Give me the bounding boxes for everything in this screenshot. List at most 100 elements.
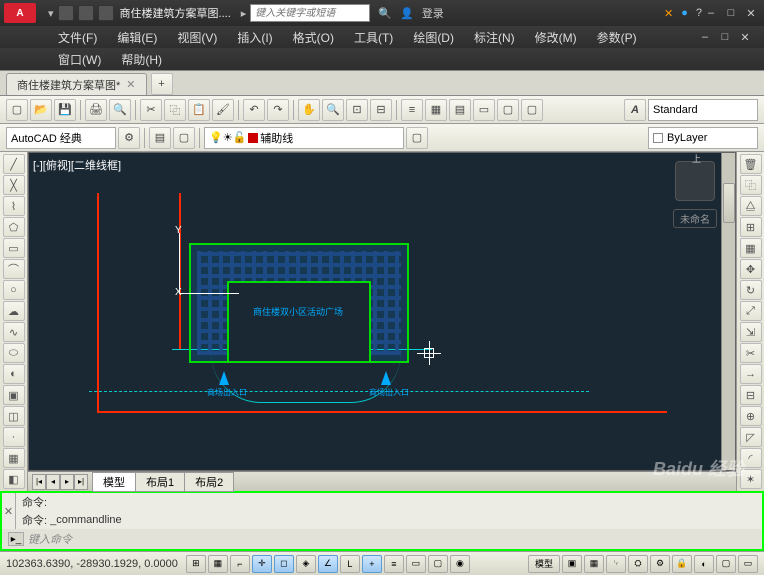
line-tool-icon[interactable]: ╱ <box>3 154 25 174</box>
otrack-toggle-icon[interactable]: ∠ <box>318 555 338 573</box>
snap-toggle-icon[interactable]: ⊞ <box>186 555 206 573</box>
quickview-drawings-icon[interactable]: ▦ <box>584 555 604 573</box>
rectangle-icon[interactable]: ▭ <box>3 238 25 258</box>
model-paper-toggle[interactable]: 模型 <box>528 555 560 573</box>
polar-toggle-icon[interactable]: ✛ <box>252 555 272 573</box>
print-icon[interactable]: 🖨 <box>85 99 107 121</box>
save-icon[interactable]: 💾 <box>54 99 76 121</box>
tab-layout1[interactable]: 布局1 <box>135 472 185 492</box>
qat-menu-arrow[interactable]: ▾ <box>48 7 54 20</box>
tab-last-icon[interactable]: ▸| <box>74 474 88 490</box>
cleanscreen-icon[interactable]: ▭ <box>738 555 758 573</box>
erase-icon[interactable]: 🗑 <box>740 154 762 174</box>
textstyle-icon[interactable]: A <box>624 99 646 121</box>
tab-next-icon[interactable]: ▸ <box>60 474 74 490</box>
arc-icon[interactable]: ⌒ <box>3 259 25 279</box>
point-icon[interactable]: · <box>3 427 25 447</box>
color-dropdown[interactable]: ByLayer <box>648 127 758 149</box>
3dosnap-toggle-icon[interactable]: ◈ <box>296 555 316 573</box>
file-tab-close-icon[interactable]: ✕ <box>126 78 135 91</box>
layer-filter-icon[interactable]: ▢ <box>173 127 195 149</box>
join-icon[interactable]: ⊕ <box>740 406 762 426</box>
tab-model[interactable]: 模型 <box>92 472 136 492</box>
doc-close-button[interactable]: ✕ <box>736 29 754 45</box>
tab-prev-icon[interactable]: ◂ <box>46 474 60 490</box>
qat-new-icon[interactable] <box>58 5 74 21</box>
mirror-icon[interactable]: ⧋ <box>740 196 762 216</box>
copy-icon[interactable]: ⿻ <box>164 99 186 121</box>
move-icon[interactable]: ✥ <box>740 259 762 279</box>
undo-icon[interactable]: ↶ <box>243 99 265 121</box>
title-arrow[interactable]: ▸ <box>241 7 247 20</box>
trim-icon[interactable]: ✂ <box>740 343 762 363</box>
ellipse-icon[interactable]: ⬭ <box>3 343 25 363</box>
hw-accel-icon[interactable]: ◐ <box>694 555 714 573</box>
coordinates-readout[interactable]: 102363.6390, -28930.1929, 0.0000 <box>6 558 178 570</box>
dyn-toggle-icon[interactable]: + <box>362 555 382 573</box>
zoom-icon[interactable]: 🔍 <box>322 99 344 121</box>
explode-icon[interactable]: ✶ <box>740 469 762 489</box>
file-tab[interactable]: 商住楼建筑方案草图* ✕ <box>6 73 147 95</box>
annoscale-icon[interactable]: ␊ <box>606 555 626 573</box>
designcenter-icon[interactable]: ▦ <box>425 99 447 121</box>
ortho-toggle-icon[interactable]: ⌐ <box>230 555 250 573</box>
zoom-window-icon[interactable]: ⊡ <box>346 99 368 121</box>
ellipse-arc-icon[interactable]: ◐ <box>3 364 25 384</box>
calc-icon[interactable]: ▢ <box>521 99 543 121</box>
menu-draw[interactable]: 绘图(D) <box>405 27 462 48</box>
menu-view[interactable]: 视图(V) <box>169 27 225 48</box>
polygon-icon[interactable]: ⬠ <box>3 217 25 237</box>
layer-props-icon[interactable]: ▤ <box>149 127 171 149</box>
spline-icon[interactable]: ∿ <box>3 322 25 342</box>
paste-icon[interactable]: 📋 <box>188 99 210 121</box>
menu-insert[interactable]: 插入(I) <box>229 27 280 48</box>
zoom-prev-icon[interactable]: ⊟ <box>370 99 392 121</box>
match-prop-icon[interactable]: 🖌 <box>212 99 234 121</box>
grid-toggle-icon[interactable]: ▦ <box>208 555 228 573</box>
hatch-icon[interactable]: ▦ <box>3 448 25 468</box>
osnap-toggle-icon[interactable]: ◻ <box>274 555 294 573</box>
offset-icon[interactable]: ⊞ <box>740 217 762 237</box>
doc-minimize-button[interactable]: – <box>696 29 714 45</box>
menu-dimension[interactable]: 标注(N) <box>466 27 523 48</box>
preview-icon[interactable]: 🔍 <box>109 99 131 121</box>
command-input[interactable]: 键入命令 <box>28 531 756 547</box>
pan-icon[interactable]: ✋ <box>298 99 320 121</box>
menu-help[interactable]: 帮助(H) <box>113 49 170 70</box>
search-input[interactable] <box>250 4 370 22</box>
menu-parametric[interactable]: 参数(P) <box>589 27 645 48</box>
ducs-toggle-icon[interactable]: L <box>340 555 360 573</box>
new-tab-button[interactable]: + <box>151 73 173 95</box>
maximize-button[interactable]: □ <box>722 5 740 21</box>
sc-toggle-icon[interactable]: ◉ <box>450 555 470 573</box>
stretch-icon[interactable]: ⇲ <box>740 322 762 342</box>
tpy-toggle-icon[interactable]: ▭ <box>406 555 426 573</box>
tab-first-icon[interactable]: |◂ <box>32 474 46 490</box>
open-file-icon[interactable]: 📂 <box>30 99 52 121</box>
qat-save-icon[interactable] <box>98 5 114 21</box>
cmd-close-icon[interactable]: ✕ <box>2 493 16 529</box>
chamfer-icon[interactable]: ◸ <box>740 427 762 447</box>
menu-edit[interactable]: 编辑(E) <box>109 27 165 48</box>
make-block-icon[interactable]: ◫ <box>3 406 25 426</box>
toolpalette-icon[interactable]: ▤ <box>449 99 471 121</box>
model-viewport[interactable]: [-][俯视][二维线框] 未命名 商住楼双小区活动广场 商场出入口 <box>28 152 736 471</box>
polyline-icon[interactable]: ⌇ <box>3 196 25 216</box>
menu-file[interactable]: 文件(F) <box>50 27 105 48</box>
menu-format[interactable]: 格式(O) <box>285 27 342 48</box>
lwt-toggle-icon[interactable]: ≡ <box>384 555 404 573</box>
tab-layout2[interactable]: 布局2 <box>184 472 234 492</box>
layer-prev-icon[interactable]: ▢ <box>406 127 428 149</box>
quickview-layouts-icon[interactable]: ▣ <box>562 555 582 573</box>
break-icon[interactable]: ⊟ <box>740 385 762 405</box>
minimize-button[interactable]: – <box>702 5 720 21</box>
user-icon[interactable]: 👤 <box>400 7 414 20</box>
revcloud-icon[interactable]: ☁ <box>3 301 25 321</box>
array-icon[interactable]: ▦ <box>740 238 762 258</box>
copy-obj-icon[interactable]: ⿻ <box>740 175 762 195</box>
cmd-history-icon[interactable]: ▸_ <box>8 532 24 546</box>
gradient-icon[interactable]: ◧ <box>3 469 25 489</box>
workspace-switcher-icon[interactable]: ⚙ <box>650 555 670 573</box>
cloud-icon[interactable]: ● <box>681 7 688 19</box>
redo-icon[interactable]: ↷ <box>267 99 289 121</box>
